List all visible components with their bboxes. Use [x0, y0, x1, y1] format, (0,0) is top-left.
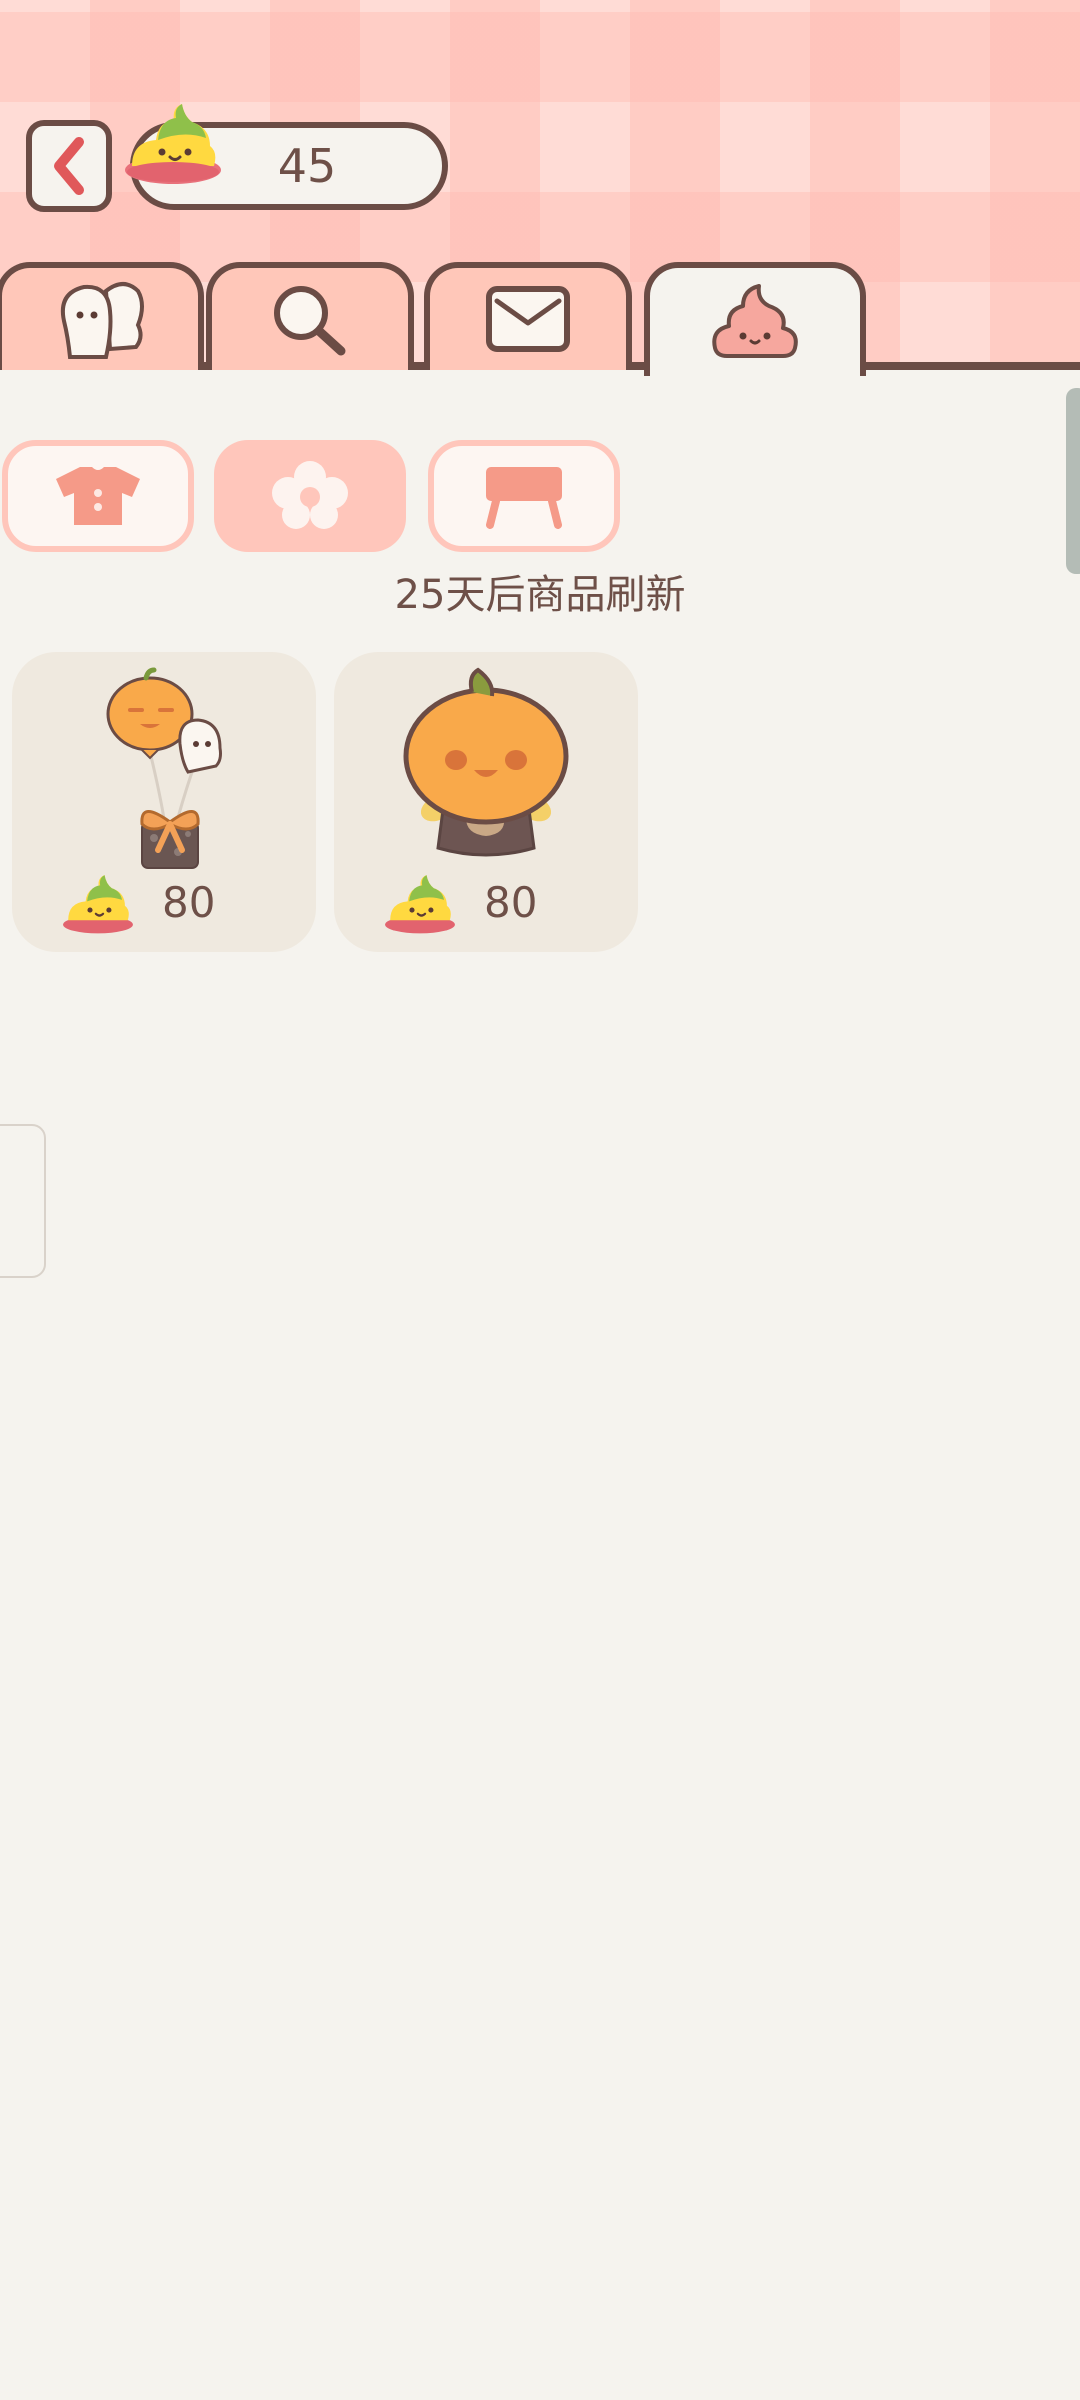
tab-shop[interactable] [644, 262, 866, 376]
shop-item-card[interactable]: 80 [334, 652, 638, 952]
shirt-icon [56, 467, 140, 525]
category-decor-button[interactable] [214, 440, 406, 552]
item-price: 80 [484, 878, 538, 927]
pumpkin-head-costume-icon [403, 667, 569, 857]
tab-search[interactable] [206, 262, 414, 370]
back-button[interactable] [26, 120, 112, 212]
side-drawer-handle[interactable] [1066, 388, 1080, 574]
pumpkin-balloon-gift-icon [106, 667, 222, 869]
category-clothes-button[interactable] [2, 440, 194, 552]
table-icon [486, 467, 562, 529]
flower-icon [272, 461, 348, 529]
shop-item-card[interactable]: 80 [12, 652, 316, 952]
refresh-countdown-text: 25天后商品刷新 [394, 572, 686, 618]
poop-coin-icon [63, 875, 133, 934]
ghost-friends-icon [61, 282, 144, 359]
magnifier-icon [274, 286, 346, 356]
chevron-left-icon [54, 137, 84, 195]
poop-coin-icon [125, 104, 221, 184]
poop-coin-icon [385, 875, 455, 934]
category-furniture-button[interactable] [428, 440, 620, 552]
tab-mail[interactable] [424, 262, 632, 370]
envelope-icon [486, 286, 570, 352]
tab-friends[interactable] [0, 262, 204, 370]
poop-icon [712, 284, 798, 358]
side-panel-edge[interactable] [0, 1124, 46, 1278]
item-price: 80 [162, 878, 216, 927]
